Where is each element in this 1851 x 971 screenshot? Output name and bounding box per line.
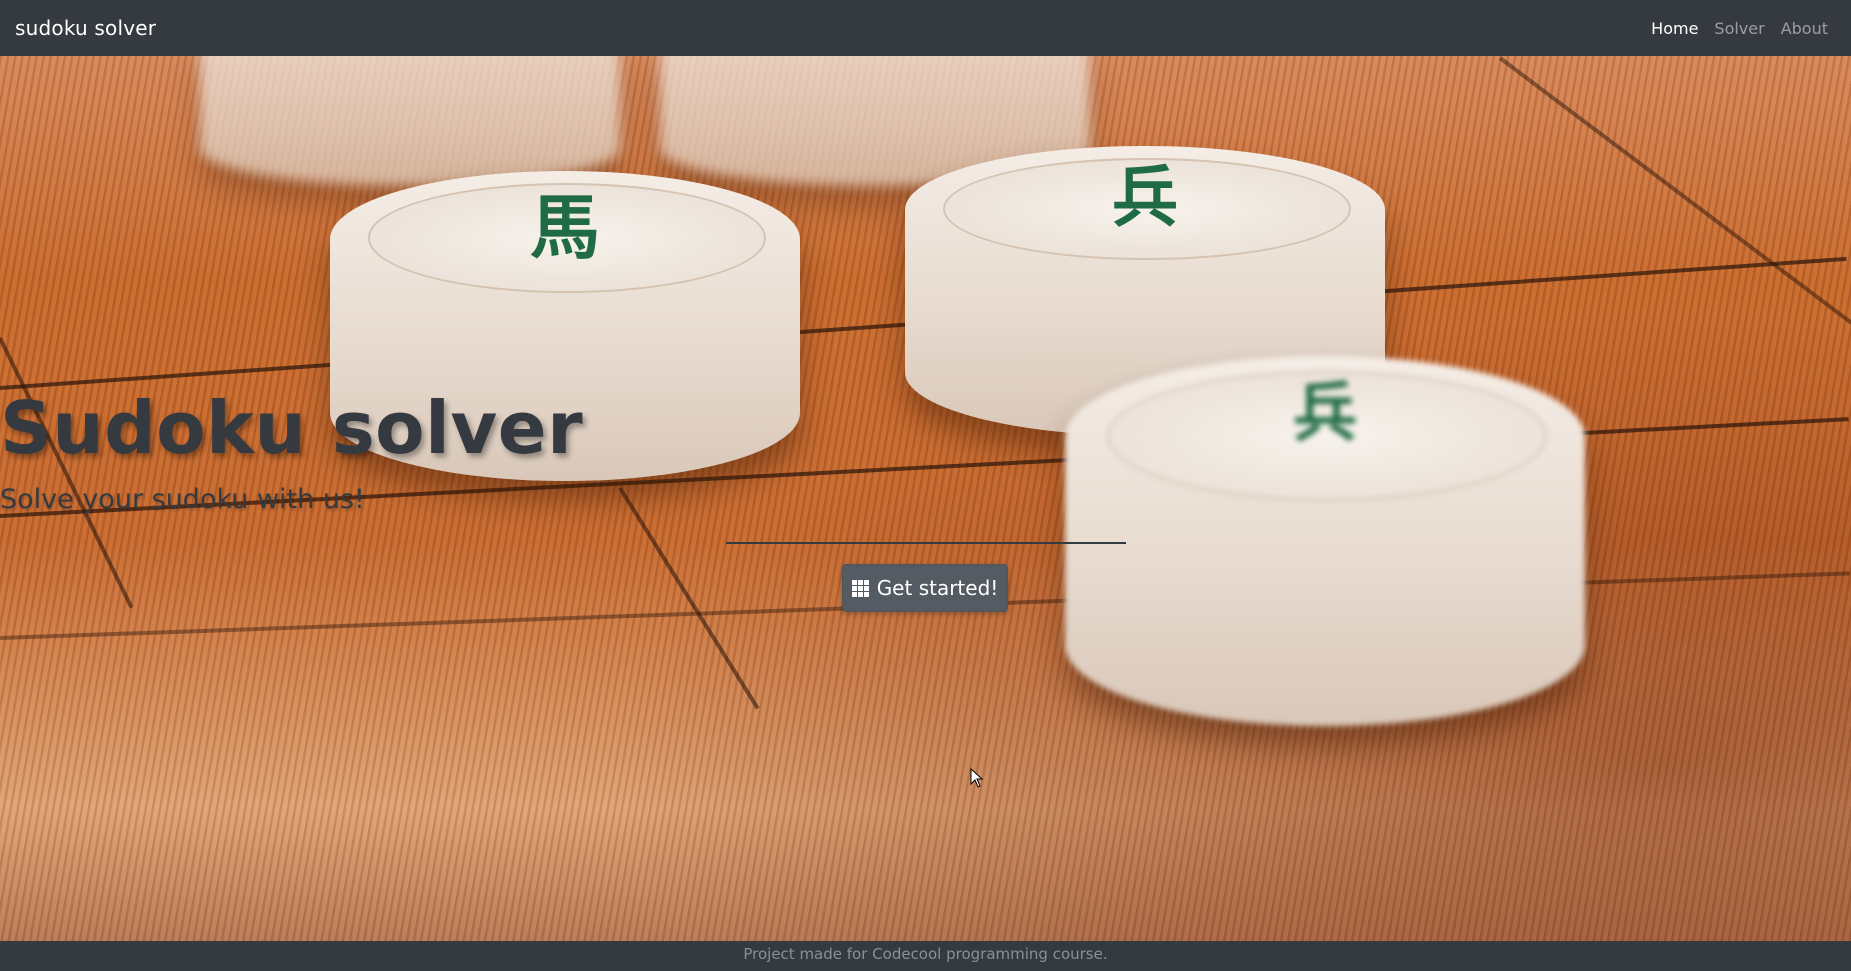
divider xyxy=(726,542,1126,544)
mouse-cursor-icon xyxy=(970,768,984,788)
get-started-button[interactable]: Get started! xyxy=(842,564,1008,612)
footer: Project made for Codecool programming co… xyxy=(0,941,1851,971)
piece-glyph-icon: 馬 xyxy=(530,186,600,269)
nav-link-about[interactable]: About xyxy=(1773,11,1836,46)
navbar: sudoku solver Home Solver About xyxy=(0,0,1851,56)
nav-links: Home Solver About xyxy=(1643,11,1836,46)
hero-section: 馬 兵 兵 Sudoku solver Solve your sudoku wi… xyxy=(0,56,1851,941)
piece-glyph-icon: 兵 xyxy=(1112,158,1178,236)
grid-icon xyxy=(851,579,869,597)
nav-link-solver[interactable]: Solver xyxy=(1706,11,1772,46)
brand-link[interactable]: sudoku solver xyxy=(15,16,156,40)
page-subtitle: Solve your sudoku with us! xyxy=(0,484,365,515)
page-title: Sudoku solver xyxy=(0,386,584,470)
nav-link-home[interactable]: Home xyxy=(1643,11,1706,46)
footer-text: Project made for Codecool programming co… xyxy=(743,945,1108,963)
get-started-label: Get started! xyxy=(876,576,999,600)
background-piece xyxy=(200,56,620,186)
